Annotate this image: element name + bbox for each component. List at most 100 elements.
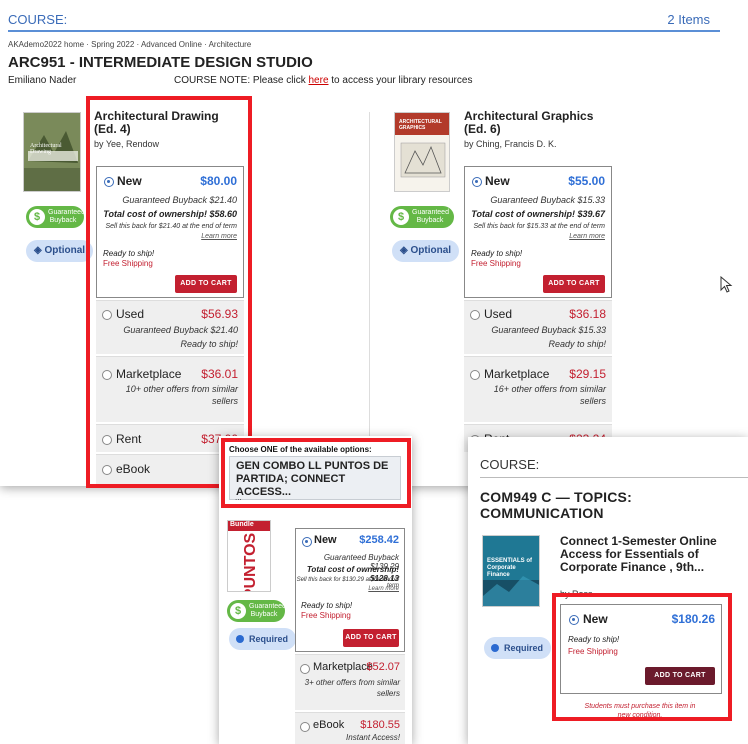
required-label: Required — [249, 634, 289, 644]
ebook-note: Instant Access! — [346, 733, 400, 742]
marketplace-note: 16+ other offers from similar sellers — [493, 384, 606, 406]
book-author: by Ross — [560, 589, 593, 599]
optional-badge: ◈ Optional — [392, 240, 460, 262]
optional-label: Optional — [410, 245, 452, 256]
course-title: COM949 C — TOPICS: COMMUNICATION — [480, 489, 632, 521]
book-cover-architectural-drawing[interactable]: Architectural Drawing — [23, 112, 81, 192]
new-option-box[interactable]: New $80.00 Guaranteed Buyback $21.40 Tot… — [96, 166, 244, 298]
second-course-panel: COURSE: COM949 C — TOPICS: COMMUNICATION… — [468, 437, 748, 744]
new-option-box[interactable]: New $258.42 Guaranteed Buyback $130.29 T… — [295, 528, 405, 652]
add-to-cart-button[interactable]: ADD TO CART — [645, 667, 715, 685]
book-cover-puntos[interactable]: Bundle PUNTOS — [227, 520, 271, 592]
used-price: $56.93 — [201, 307, 238, 321]
book-title[interactable]: Architectural Drawing (Ed. 4) — [94, 110, 244, 136]
main-course-panel: COURSE: 2 Items AKAdemo2022 home · Sprin… — [0, 0, 748, 488]
used-ready: Ready to ship! — [548, 339, 606, 349]
new-label: New — [117, 174, 142, 188]
items-count: 2 Items — [667, 12, 710, 27]
buyback-line: Guaranteed Buyback $21.40 — [122, 195, 237, 205]
marketplace-option-row[interactable]: Marketplace $29.15 16+ other offers from… — [464, 356, 612, 422]
marketplace-radio[interactable] — [470, 370, 480, 380]
cover-title: ESSENTIALS of Corporate Finance — [487, 558, 533, 578]
free-shipping: Free Shipping — [471, 259, 521, 268]
new-radio[interactable] — [472, 177, 482, 187]
used-label: Used — [116, 307, 145, 321]
used-radio[interactable] — [470, 310, 480, 320]
marketplace-price: $52.07 — [366, 661, 400, 673]
new-price: $258.42 — [359, 534, 399, 546]
new-option-box[interactable]: New $55.00 Guaranteed Buyback $15.33 Tot… — [464, 166, 612, 298]
marketplace-price: $36.01 — [201, 367, 238, 381]
used-option-row[interactable]: Used $56.93 Guaranteed Buyback $21.40 Re… — [96, 300, 244, 354]
cover-banner: Bundle — [228, 521, 270, 531]
add-to-cart-button[interactable]: ADD TO CART — [343, 629, 399, 647]
marketplace-label: Marketplace — [116, 367, 182, 381]
cover-title: Architectural Drawing — [30, 143, 62, 155]
buyback-badge-label: Guaranteed Buyback — [249, 603, 286, 618]
instructor-name: Emiliano Nader — [8, 75, 77, 86]
new-radio[interactable] — [302, 537, 312, 547]
used-option-row[interactable]: Used $36.18 Guaranteed Buyback $15.33 Re… — [464, 300, 612, 354]
marketplace-option-row[interactable]: Marketplace $36.01 10+ other offers from… — [96, 356, 244, 422]
total-cost-line: Total cost of ownership! $58.60 — [103, 209, 237, 219]
free-shipping: Free Shipping — [301, 611, 351, 620]
required-badge: Required — [484, 637, 552, 659]
learn-more-link[interactable]: Learn more — [201, 233, 237, 240]
cover-title: ARCHITECTURAL GRAPHICS — [399, 119, 442, 131]
dollar-icon: $ — [29, 209, 45, 225]
ebook-radio[interactable] — [102, 465, 112, 475]
book-title[interactable]: Architectural Graphics (Ed. 6) — [464, 110, 614, 136]
breadcrumb[interactable]: AKAdemo2022 home · Spring 2022 · Advance… — [8, 40, 251, 49]
book-cover-corporate-finance[interactable]: ESSENTIALS of Corporate Finance — [482, 535, 540, 607]
book-cover-architectural-graphics[interactable]: ARCHITECTURAL GRAPHICS — [394, 112, 450, 192]
used-price: $36.18 — [569, 307, 606, 321]
used-buyback: Guaranteed Buyback $21.40 — [123, 325, 238, 335]
mouse-cursor-icon — [720, 276, 733, 293]
optional-badge: ◈ Optional — [26, 240, 94, 262]
new-label: New — [485, 174, 510, 188]
buyback-badge-label: Guaranteed Buyback — [412, 209, 449, 224]
library-link[interactable]: here — [308, 75, 328, 86]
add-to-cart-button[interactable]: ADD TO CART — [175, 275, 237, 293]
ebook-price: $180.55 — [360, 719, 400, 731]
free-shipping: Free Shipping — [103, 259, 153, 268]
required-dot-icon — [236, 635, 244, 643]
marketplace-radio[interactable] — [300, 664, 310, 674]
learn-more-link[interactable]: Learn more — [569, 233, 605, 240]
rent-radio[interactable] — [102, 435, 112, 445]
ready-to-ship: Ready to ship! — [301, 601, 353, 610]
ready-to-ship: Ready to ship! — [103, 249, 155, 258]
marketplace-note: 3+ other offers from similar sellers — [304, 678, 400, 698]
marketplace-radio[interactable] — [102, 370, 112, 380]
ebook-option-row[interactable]: eBook $180.55 Instant Access! — [295, 712, 405, 744]
total-cost-line: Total cost of ownership! $39.67 — [471, 209, 605, 219]
rent-label: Rent — [116, 432, 142, 446]
guaranteed-buyback-badge: $ Guaranteed Buyback — [26, 206, 85, 228]
new-radio[interactable] — [104, 177, 114, 187]
total-cost-label: Total cost of ownership! — [471, 209, 575, 219]
bundle-options-panel: Choose ONE of the available options: GEN… — [219, 436, 412, 744]
total-cost-value: $58.60 — [209, 209, 237, 219]
bundle-option-value: GEN COMBO LL PUNTOS DE PARTIDA; CONNECT … — [236, 460, 389, 498]
required-dot-icon — [491, 644, 499, 652]
new-option-box[interactable]: New $180.26 Ready to ship! Free Shipping… — [560, 604, 722, 694]
add-to-cart-button[interactable]: ADD TO CART — [543, 275, 605, 293]
ready-to-ship: Ready to ship! — [568, 635, 620, 644]
book-title[interactable]: Connect 1-Semester Online Access for Ess… — [560, 535, 720, 574]
new-condition-note: Students must purchase this item in new … — [584, 703, 696, 719]
total-cost-label: Total cost of ownership! — [103, 209, 207, 219]
bundle-option-select[interactable]: GEN COMBO LL PUNTOS DE PARTIDA; CONNECT … — [229, 456, 401, 500]
total-cost-label: Total cost of ownership! — [306, 565, 399, 574]
new-price: $55.00 — [568, 174, 605, 188]
book-author: by Yee, Rendow — [94, 139, 160, 149]
marketplace-label: Marketplace — [313, 661, 373, 673]
new-radio[interactable] — [569, 615, 579, 625]
ebook-radio[interactable] — [300, 722, 310, 732]
used-radio[interactable] — [102, 310, 112, 320]
marketplace-option-row[interactable]: Marketplace $52.07 3+ other offers from … — [295, 654, 405, 710]
learn-more-link[interactable]: Learn more — [368, 586, 399, 592]
dollar-icon: $ — [230, 603, 246, 619]
marketplace-label: Marketplace — [484, 367, 550, 381]
dollar-icon: $ — [393, 209, 409, 225]
course-note-prefix: COURSE NOTE: Please click — [174, 75, 306, 86]
